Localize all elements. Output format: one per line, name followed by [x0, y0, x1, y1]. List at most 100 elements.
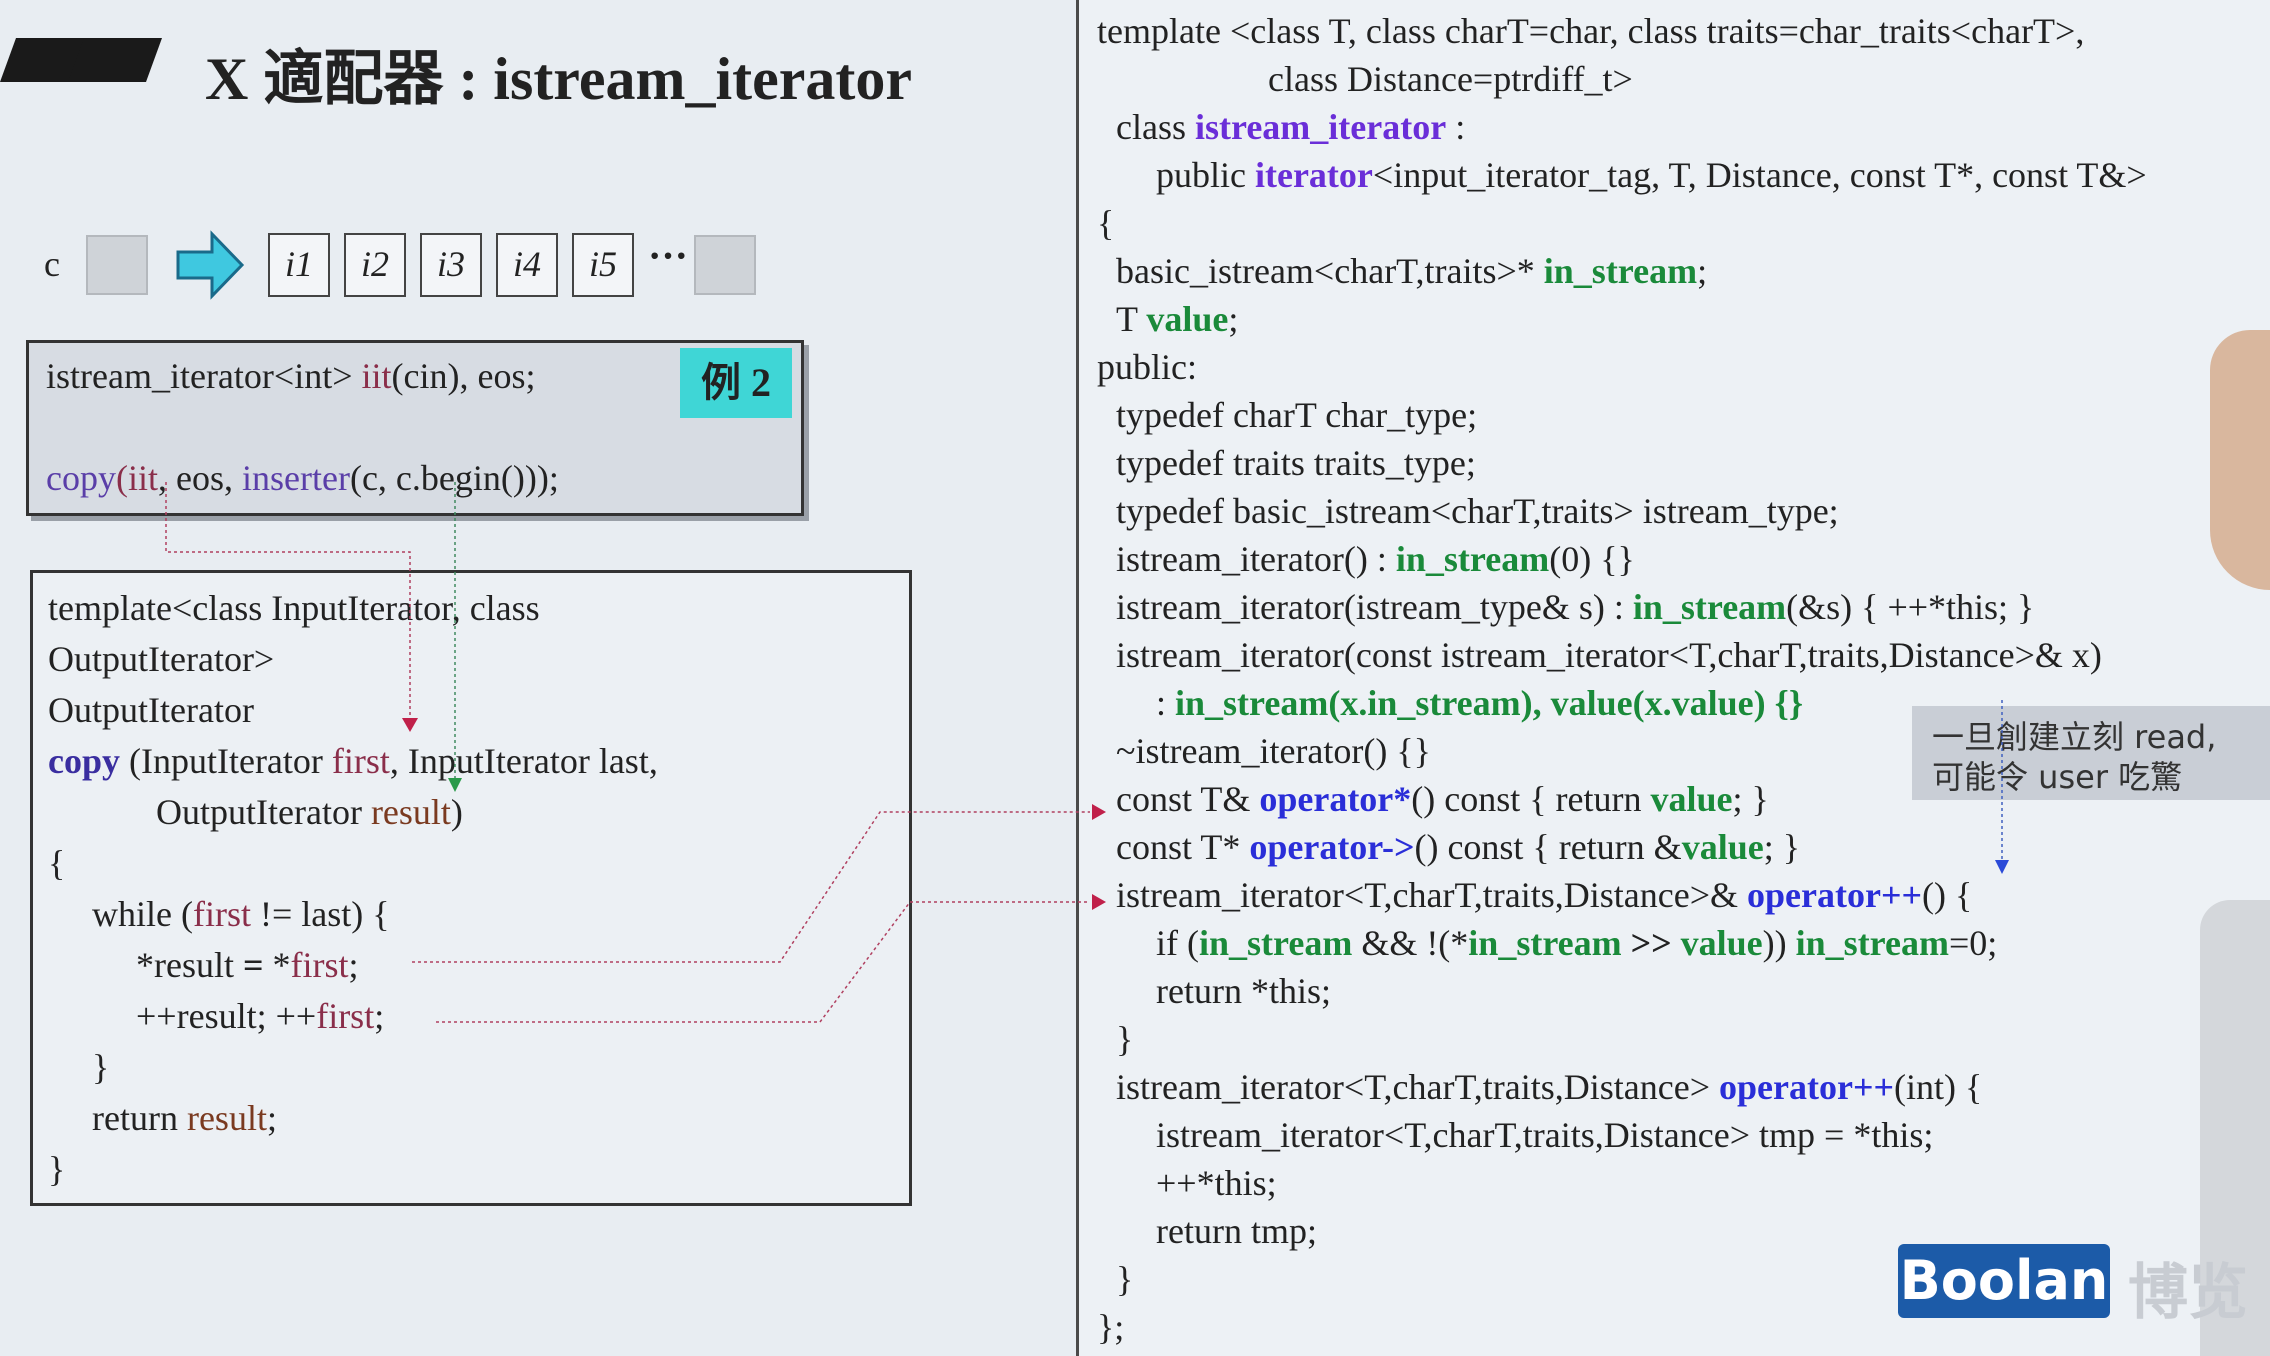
code-base-iterator: iterator [1254, 155, 1373, 195]
class-line: public iterator<input_iterator_tag, T, D… [1156, 154, 2147, 196]
copy-line: OutputIterator result) [156, 791, 463, 833]
code-text: ; [266, 1098, 277, 1138]
code-func-inserter: inserter [242, 458, 350, 498]
code-operator-arrow: operator-> [1249, 827, 1415, 867]
code-class-name: istream_iterator [1194, 107, 1447, 147]
code-text: (x.value) {} [1632, 683, 1804, 723]
class-line: istream_iterator(istream_type& s) : in_s… [1116, 586, 2034, 628]
code-text: <input_iterator_tag, T, Distance, const … [1372, 155, 2147, 195]
class-line: istream_iterator<T,charT,traits,Distance… [1116, 1066, 1982, 1108]
class-line: }; [1097, 1307, 1125, 1347]
boolan-logo: Boolan [1898, 1244, 2110, 1318]
container-label: c [44, 244, 60, 284]
code-text: *result [136, 945, 243, 985]
iterator-box: i5 [572, 233, 634, 297]
presenter-face [2210, 330, 2270, 590]
example-line-1: istream_iterator<int> iit(cin), eos; [46, 355, 535, 397]
code-text: (cin), eos; [391, 356, 536, 396]
code-text: () const { return & [1414, 827, 1682, 867]
class-line: istream_iterator<T,charT,traits,Distance… [1156, 1115, 1934, 1155]
code-member-in-stream: in_stream [1795, 923, 1949, 963]
code-operator-deref: operator* [1259, 779, 1412, 819]
class-line: T value; [1116, 298, 1238, 340]
code-text: =0; [1948, 923, 1998, 963]
example-badge: 例 2 [680, 348, 792, 418]
code-var-first: first [192, 894, 251, 934]
copy-line: OutputIterator [48, 690, 254, 730]
code-text: ) [450, 792, 463, 832]
code-member-value: value [1680, 923, 1763, 963]
code-operator-preinc: operator++ [1747, 875, 1923, 915]
ellipsis: ··· [648, 233, 689, 278]
code-text: && !(* [1352, 923, 1469, 963]
code-member-value: value [1681, 827, 1764, 867]
code-var-iit: iit [361, 356, 392, 396]
code-text: const T& [1116, 779, 1260, 819]
code-text: ; } [1732, 779, 1769, 819]
title-stripe-icon [67, 38, 163, 82]
code-member-value: value [1550, 683, 1633, 723]
code-text: * [263, 945, 291, 985]
container-end-box [694, 235, 756, 295]
copy-line: template<class InputIterator, class [48, 588, 540, 628]
code-var-result: result [186, 1098, 267, 1138]
class-line: if (in_stream && !(*in_stream >> value))… [1156, 922, 1997, 964]
class-line: basic_istream<charT,traits>* in_stream; [1116, 250, 1707, 292]
class-line: const T* operator->() const { return &va… [1116, 826, 1800, 868]
code-extract-op: >> [1621, 923, 1681, 963]
code-member-in-stream: in_stream [1468, 923, 1622, 963]
class-line: ++*this; [1156, 1163, 1277, 1203]
class-line: return tmp; [1156, 1211, 1317, 1251]
class-line: typedef basic_istream<charT,traits> istr… [1116, 491, 1839, 531]
code-text: : [1446, 107, 1466, 147]
code-member-in-stream: in_stream [1198, 923, 1353, 963]
code-text: basic_istream<charT,traits>* [1116, 251, 1544, 291]
code-member-value: value [1146, 299, 1229, 339]
code-var-first: first [316, 996, 375, 1036]
code-text: )) [1762, 923, 1796, 963]
copy-line: } [48, 1149, 66, 1189]
code-text: ; [1228, 299, 1239, 339]
code-text: public [1156, 155, 1255, 195]
code-member-in-stream: in_stream [1175, 683, 1329, 723]
iterator-box: i3 [420, 233, 482, 297]
code-func-copy: copy [46, 458, 116, 498]
class-line: : in_stream(x.in_stream), value(x.value)… [1156, 682, 1803, 724]
code-text: (0) {} [1549, 539, 1635, 579]
code-text: ; } [1763, 827, 1800, 867]
code-text: return [92, 1098, 187, 1138]
code-text: (&s) { ++*this; } [1786, 587, 2035, 627]
code-text: if ( [1156, 923, 1199, 963]
code-text: istream_iterator<T,charT,traits,Distance… [1116, 875, 1748, 915]
code-member-in-stream: in_stream [1543, 251, 1698, 291]
class-line: } [1116, 1019, 1134, 1059]
code-text: (InputIterator [120, 741, 332, 781]
code-text: while ( [92, 894, 193, 934]
code-text: ( [115, 458, 128, 498]
class-line: return *this; [1156, 971, 1331, 1011]
boolan-logo-cn: 博览 [2128, 1258, 2248, 1328]
code-var-first: first [290, 945, 349, 985]
annotation-line-2: 可能令 user 吃驚 [1932, 758, 2183, 796]
container-begin-box [86, 235, 148, 295]
code-text: istream_iterator(istream_type& s) : [1116, 587, 1633, 627]
code-text: istream_iterator() : [1116, 539, 1396, 579]
copy-line: } [92, 1047, 110, 1087]
code-text: istream_iterator<T,charT,traits,Distance… [1116, 1067, 1720, 1107]
class-line: istream_iterator() : in_stream(0) {} [1116, 538, 1635, 580]
class-line: class Distance=ptrdiff_t> [1268, 59, 1633, 99]
code-operator-postinc: operator++ [1719, 1067, 1895, 1107]
copy-line: { [48, 843, 66, 883]
right-arrow-icon [176, 230, 245, 300]
code-var-first: first [331, 741, 390, 781]
copy-line: ++result; ++first; [136, 995, 384, 1037]
code-func-copy: copy [48, 741, 120, 781]
code-text: class [1116, 107, 1195, 147]
iterator-box: i2 [344, 233, 406, 297]
copy-line: copy (InputIterator first, InputIterator… [48, 740, 658, 782]
iterator-box: i4 [496, 233, 558, 297]
class-line: const T& operator*() const { return valu… [1116, 778, 1769, 820]
code-text: ; [374, 996, 385, 1036]
code-member-value: value [1650, 779, 1733, 819]
class-line: ~istream_iterator() {} [1116, 731, 1431, 771]
